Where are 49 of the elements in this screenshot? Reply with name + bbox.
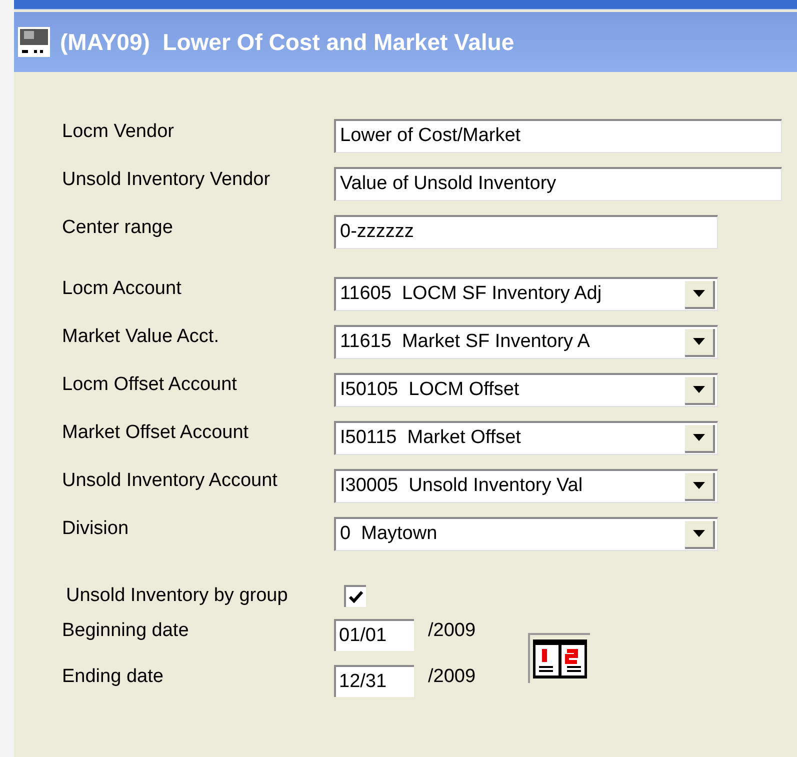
dropdown-value: I50115 Market Offset — [339, 426, 522, 450]
caret-icon — [693, 386, 705, 393]
field-label: Unsold Inventory Vendor — [62, 168, 272, 192]
text-field[interactable]: Value of Unsold Inventory — [334, 167, 782, 201]
dropdown-value: 11615 Market SF Inventory A — [339, 330, 591, 354]
field-label: Market Offset Account — [62, 420, 250, 445]
dropdown[interactable]: 0 Maytown — [334, 517, 718, 551]
dropdown[interactable]: I50105 LOCM Offset — [334, 373, 718, 407]
checkmark-icon — [349, 591, 363, 603]
dropdown-arrow-button[interactable] — [685, 280, 715, 308]
calendar-icon — [532, 639, 587, 679]
dropdown-arrow-button[interactable] — [685, 328, 715, 356]
caret-icon — [693, 338, 705, 345]
field-label: Ending date — [62, 664, 164, 689]
caret-icon — [693, 482, 705, 489]
dropdown-value: I50105 LOCM Offset — [339, 378, 520, 402]
field-label: Locm Offset Account — [62, 372, 238, 397]
dropdown-value: I30005 Unsold Inventory Val — [339, 474, 584, 498]
dropdown-arrow-button[interactable] — [685, 472, 715, 500]
calendar-button[interactable] — [528, 633, 590, 683]
field-label: Beginning date — [62, 618, 190, 643]
dropdown[interactable]: I30005 Unsold Inventory Val — [334, 469, 718, 503]
dropdown[interactable]: 11615 Market SF Inventory A — [334, 325, 718, 359]
text-field[interactable]: 0-zzzzzz — [334, 215, 718, 249]
dropdown[interactable]: I50115 Market Offset — [334, 421, 718, 455]
field-label: Unsold Inventory Account — [62, 468, 278, 493]
dropdown-arrow-button[interactable] — [685, 424, 715, 452]
field-label: Market Value Acct. — [62, 324, 220, 349]
app-icon — [18, 27, 50, 57]
checkbox-label: Unsold Inventory by group — [66, 584, 289, 608]
year-label: /2009 — [428, 618, 476, 643]
field-label: Center range — [62, 216, 174, 240]
dropdown-value: 0 Maytown — [339, 522, 438, 546]
caret-icon — [693, 290, 705, 297]
field-label: Division — [62, 516, 130, 541]
year-label: /2009 — [428, 664, 476, 689]
date-field[interactable]: 01/01 — [334, 619, 414, 651]
dropdown-arrow-button[interactable] — [685, 520, 715, 548]
checkbox[interactable] — [344, 585, 366, 607]
field-label: Locm Vendor — [62, 120, 175, 144]
text-field[interactable]: Lower of Cost/Market — [334, 119, 782, 153]
dropdown-arrow-button[interactable] — [685, 376, 715, 404]
field-label: Locm Account — [62, 276, 182, 301]
caret-icon — [693, 530, 705, 537]
window-title: (MAY09) Lower Of Cost and Market Value — [60, 28, 514, 57]
date-field[interactable]: 12/31 — [334, 665, 414, 697]
dropdown-value: 11605 LOCM SF Inventory Adj — [339, 282, 603, 306]
caret-icon — [693, 434, 705, 441]
dropdown[interactable]: 11605 LOCM SF Inventory Adj — [334, 277, 718, 311]
